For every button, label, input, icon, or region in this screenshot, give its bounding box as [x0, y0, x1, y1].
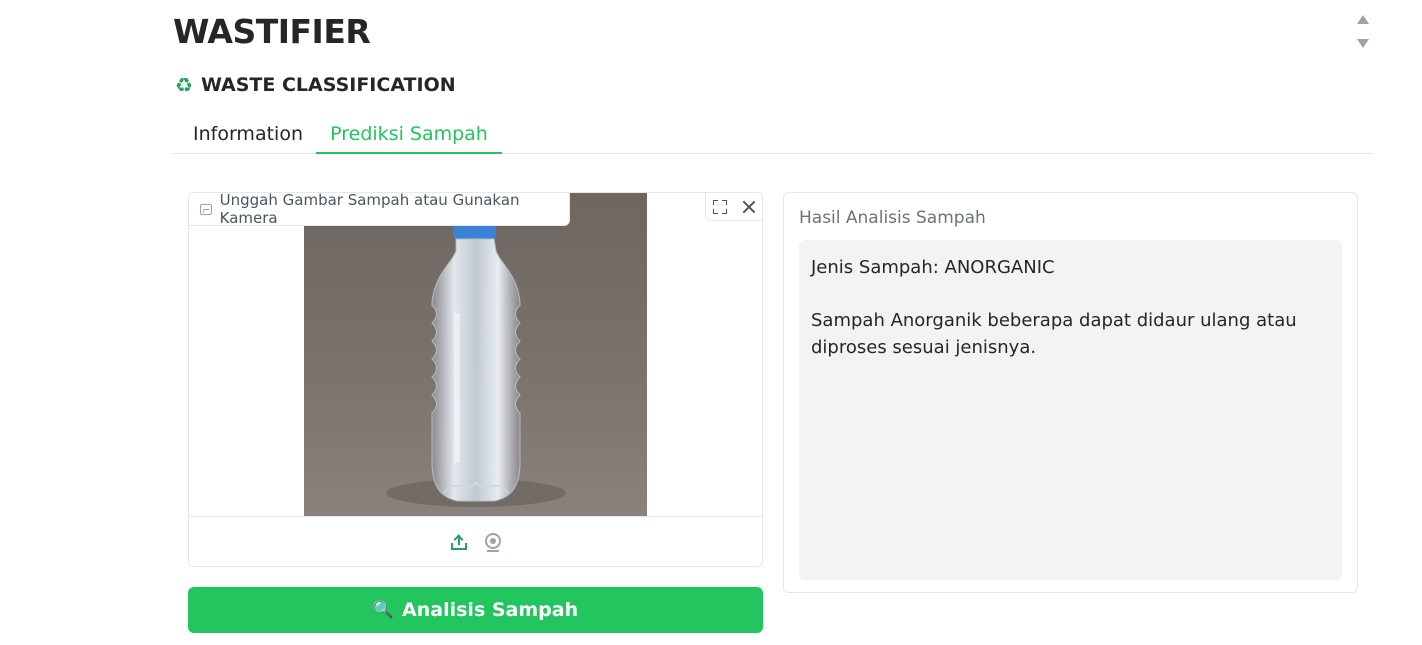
scroll-up-icon[interactable]	[1357, 15, 1369, 24]
result-label: Hasil Analisis Sampah	[799, 208, 986, 228]
plastic-bottle-image	[386, 223, 566, 507]
app-title: WASTIFIER	[173, 12, 371, 51]
result-description: Sampah Anorganik beberapa dapat didaur u…	[811, 310, 1297, 358]
source-selector	[189, 516, 762, 566]
uploaded-image	[304, 193, 647, 517]
image-upload-panel[interactable]: Unggah Gambar Sampah atau Gunakan Kamera	[188, 192, 763, 567]
tab-information[interactable]: Information	[193, 114, 303, 154]
upload-icon[interactable]	[449, 532, 469, 552]
analisis-sampah-label: Analisis Sampah	[402, 599, 579, 621]
tab-bar: Information Prediksi Sampah	[173, 114, 1373, 154]
fullscreen-icon[interactable]	[710, 197, 730, 217]
magnifier-icon: 🔍	[372, 600, 395, 620]
result-textbox[interactable]: Jenis Sampah: ANORGANIC Sampah Anorganik…	[799, 240, 1342, 580]
section-title: ♻ WASTE CLASSIFICATION	[175, 74, 456, 96]
scroll-arrows[interactable]	[1355, 13, 1371, 51]
image-tools	[705, 193, 762, 221]
tab-prediksi-sampah[interactable]: Prediksi Sampah	[316, 114, 502, 154]
image-icon	[200, 203, 212, 215]
upload-label-text: Unggah Gambar Sampah atau Gunakan Kamera	[219, 192, 520, 227]
recycle-icon: ♻	[175, 73, 193, 97]
webcam-icon[interactable]	[483, 532, 503, 552]
close-icon[interactable]	[739, 197, 759, 217]
scroll-down-icon[interactable]	[1357, 39, 1369, 48]
analisis-sampah-button[interactable]: 🔍 Analisis Sampah	[188, 587, 763, 633]
result-waste-type: Jenis Sampah: ANORGANIC	[811, 257, 1055, 278]
upload-label: Unggah Gambar Sampah atau Gunakan Kamera	[189, 192, 570, 227]
result-panel: Hasil Analisis Sampah Jenis Sampah: ANOR…	[783, 192, 1358, 593]
section-title-text: WASTE CLASSIFICATION	[200, 74, 456, 96]
